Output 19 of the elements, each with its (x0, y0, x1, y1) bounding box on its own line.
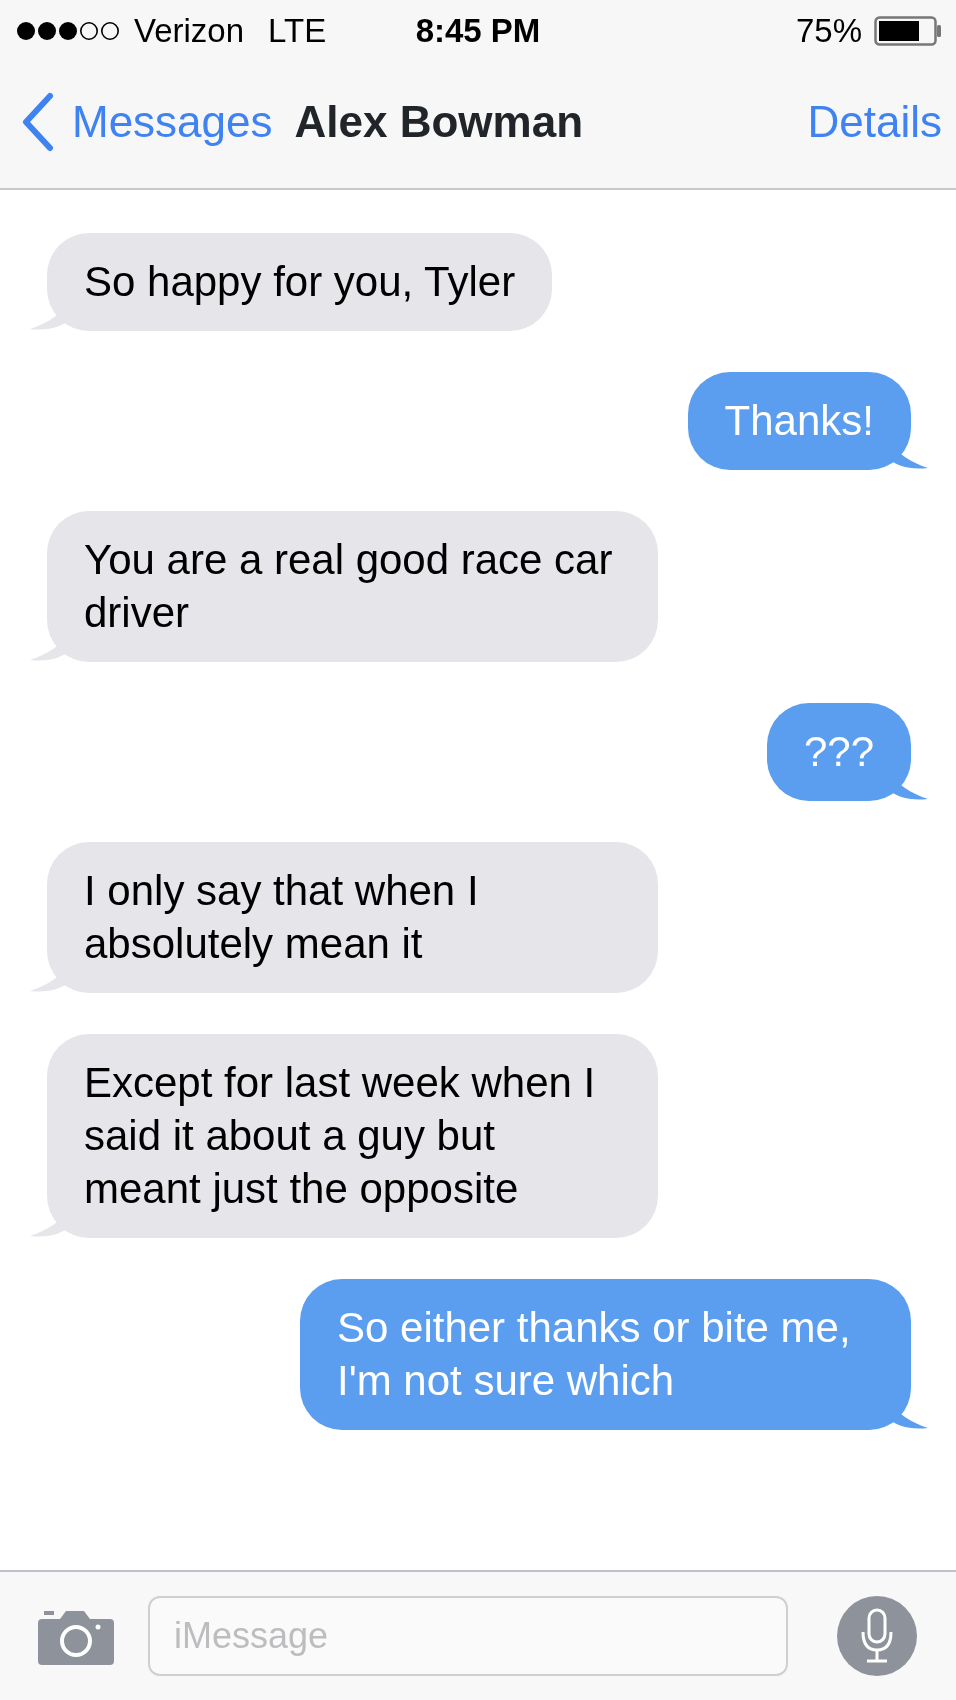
incoming-message-bubble: I only say that when I absolutely mean it (47, 842, 658, 993)
details-button[interactable]: Details (807, 89, 942, 155)
back-button[interactable]: Messages (20, 89, 273, 155)
battery-percent: 75% (795, 11, 862, 52)
outgoing-message-bubble: ??? (766, 703, 911, 801)
signal-icon (16, 19, 122, 43)
message-input[interactable]: iMessage (148, 1596, 788, 1676)
status-time: 8:45 PM (415, 11, 541, 52)
chevron-left-icon (20, 92, 56, 152)
battery-icon (874, 16, 942, 46)
network-type: LTE (268, 11, 327, 52)
carrier-name: Verizon (134, 11, 245, 52)
outgoing-message-bubble: Thanks! (687, 372, 911, 470)
incoming-message-bubble: You are a real good race car driver (47, 511, 658, 662)
conversation-title: Alex Bowman (294, 96, 584, 148)
incoming-message-bubble: So happy for you, Tyler (47, 233, 553, 331)
microphone-icon (860, 1608, 894, 1664)
incoming-message-bubble: Except for last week when I said it about a guy but meant just the opposite (47, 1034, 658, 1238)
outgoing-message-bubble: So either thanks or bite me, I'm not sure which (300, 1279, 911, 1430)
